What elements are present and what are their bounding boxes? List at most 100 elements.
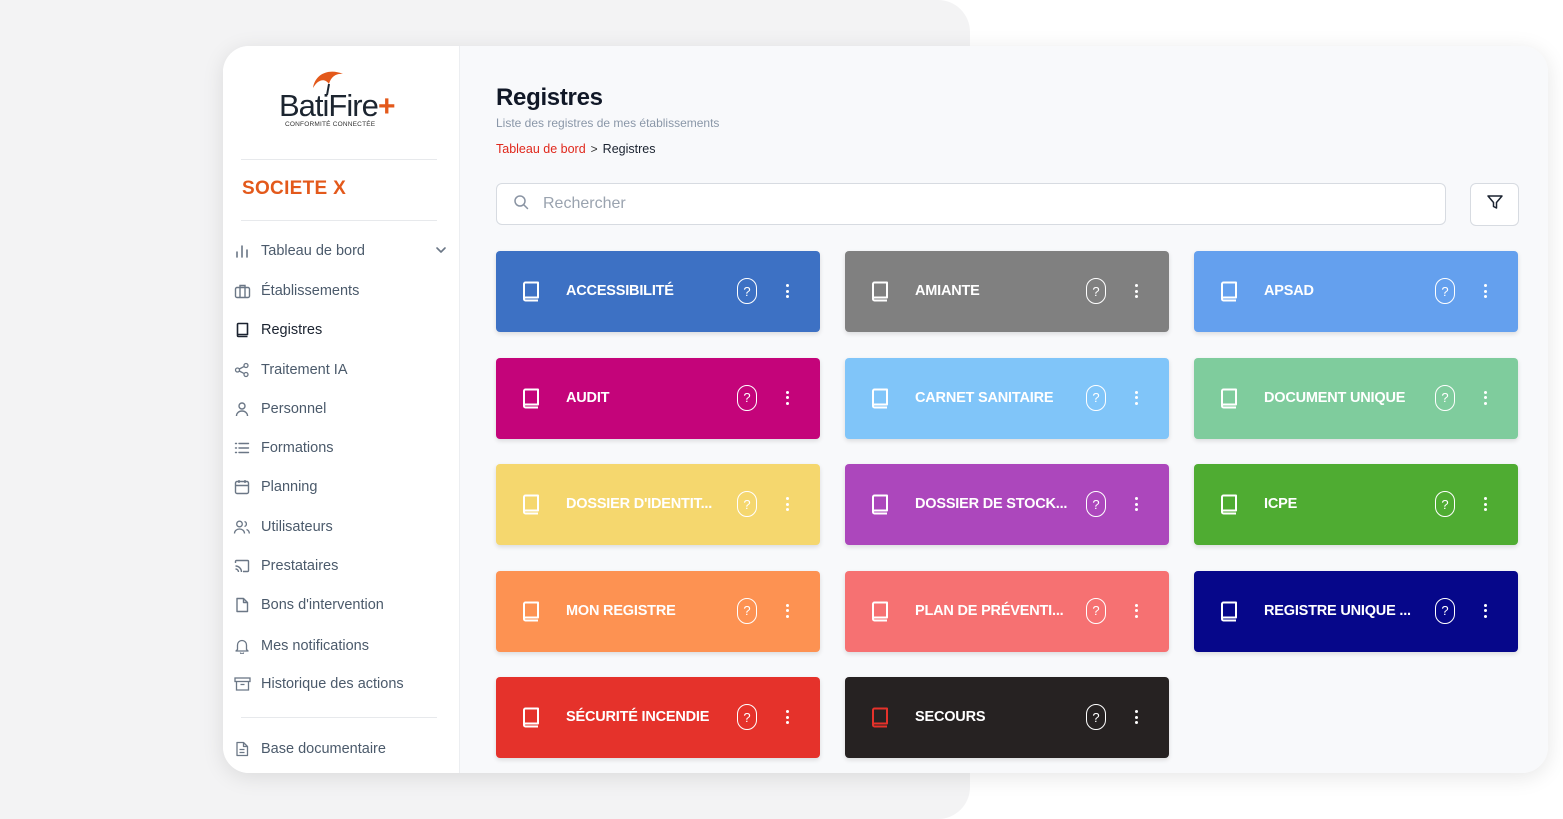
calendar-icon [233,478,251,496]
book-icon [1219,494,1239,521]
register-card[interactable]: AMIANTE? [845,251,1169,332]
search-bar[interactable] [496,183,1446,225]
file-icon [233,596,251,614]
book-icon [521,707,541,734]
search-icon [513,194,529,215]
book-icon [1219,388,1239,415]
sidebar-item-label: Mes notifications [261,638,369,654]
sidebar-item-etablissements[interactable]: Établissements [233,278,448,304]
more-options-icon[interactable] [1133,601,1139,621]
help-icon[interactable]: ? [1086,597,1106,624]
more-options-icon[interactable] [1482,601,1488,621]
sidebar-item-label: Établissements [261,283,360,299]
help-icon[interactable]: ? [737,597,757,624]
sidebar-item-label: Prestataires [261,558,339,574]
sidebar-item-personnel[interactable]: Personnel [233,396,448,422]
chevron-down-icon[interactable] [434,243,448,262]
help-icon[interactable]: ? [1086,278,1106,304]
sidebar-item-label: Personnel [261,401,327,417]
sidebar-item-base-documentaire[interactable]: Base documentaire [233,736,448,762]
more-options-icon[interactable] [1482,388,1488,408]
breadcrumb-separator: > [590,142,598,156]
book-icon [1219,601,1239,628]
filter-icon [1486,193,1504,216]
register-card[interactable]: DOSSIER DE STOCK...? [845,464,1169,545]
sidebar-item-traitement-ia[interactable]: Traitement IA [233,357,448,383]
more-options-icon[interactable] [1482,281,1488,301]
register-card-title: AMIANTE [915,283,980,299]
users-icon [233,518,251,536]
sidebar-item-label: Registres [261,322,323,338]
register-card-title: AUDIT [566,389,610,406]
help-icon[interactable]: ? [1086,384,1106,411]
sidebar-item-utilisateurs[interactable]: Utilisateurs [233,514,448,540]
book-icon [521,601,541,628]
breadcrumb-link-dashboard[interactable]: Tableau de bord [496,142,586,156]
more-options-icon[interactable] [784,707,790,727]
more-options-icon[interactable] [784,281,790,301]
more-options-icon[interactable] [784,601,790,621]
more-options-icon[interactable] [1482,494,1488,514]
register-card[interactable]: APSAD? [1194,251,1518,332]
sidebar-item-prestataires[interactable]: Prestataires [233,553,448,579]
breadcrumb: Tableau de bord > Registres [496,142,655,156]
sidebar-item-bons-intervention[interactable]: Bons d'intervention [233,592,448,618]
help-icon[interactable]: ? [737,384,757,411]
sidebar-item-tableau-de-bord[interactable]: Tableau de bord [233,238,448,264]
company-name: SOCIETE X [242,178,347,199]
help-icon[interactable]: ? [1435,278,1455,304]
register-card-title: MON REGISTRE [566,602,676,619]
brand-logo[interactable]: BatiFire + CONFORMITÉ CONNECTÉE [275,64,405,134]
register-card[interactable]: SECOURS? [845,677,1169,758]
register-card-title: DOSSIER D'IDENTIT... [566,496,713,512]
sidebar: BatiFire + CONFORMITÉ CONNECTÉE SOCIETE … [223,46,460,773]
register-card[interactable]: ACCESSIBILITÉ? [496,251,820,332]
filter-button[interactable] [1470,183,1519,226]
help-icon[interactable]: ? [1435,384,1455,411]
help-icon[interactable]: ? [1086,491,1106,517]
sidebar-item-registres[interactable]: Registres [233,317,448,343]
more-options-icon[interactable] [1133,494,1139,514]
book-icon [870,388,890,415]
sidebar-item-historique[interactable]: Historique des actions [233,671,448,697]
logo-tagline: CONFORMITÉ CONNECTÉE [285,121,376,128]
register-card[interactable]: AUDIT? [496,357,820,439]
more-options-icon[interactable] [784,388,790,408]
help-icon[interactable]: ? [1435,491,1455,517]
divider [241,159,437,160]
register-card-title: SECOURS [915,709,986,725]
register-card[interactable]: DOSSIER D'IDENTIT...? [496,464,820,545]
sidebar-item-label: Bons d'intervention [261,597,384,613]
more-options-icon[interactable] [1133,388,1139,408]
register-card[interactable]: REGISTRE UNIQUE ...? [1194,570,1518,652]
book-icon [870,707,890,734]
help-icon[interactable]: ? [737,704,757,730]
help-icon[interactable]: ? [737,278,757,304]
help-icon[interactable]: ? [1086,704,1106,730]
register-card[interactable]: PLAN DE PRÉVENTI...? [845,570,1169,652]
register-card[interactable]: SÉCURITÉ INCENDIE? [496,677,820,758]
register-card[interactable]: MON REGISTRE? [496,570,820,652]
book-icon [870,281,890,308]
book-icon [521,281,541,308]
bell-icon [233,637,251,655]
divider [241,220,437,221]
breadcrumb-current: Registres [602,142,656,156]
help-icon[interactable]: ? [1435,597,1455,624]
more-options-icon[interactable] [784,494,790,514]
sidebar-item-notifications[interactable]: Mes notifications [233,633,448,659]
book-icon [233,321,251,339]
help-icon[interactable]: ? [737,491,757,517]
sidebar-item-label: Tableau de bord [261,243,365,259]
more-options-icon[interactable] [1133,707,1139,727]
register-card[interactable]: CARNET SANITAIRE? [845,357,1169,439]
sidebar-item-formations[interactable]: Formations [233,435,448,461]
more-options-icon[interactable] [1133,281,1139,301]
sidebar-item-planning[interactable]: Planning [233,474,448,500]
logo-plus-icon: + [378,90,396,123]
search-input[interactable] [543,195,1403,213]
sidebar-item-label: Planning [261,479,318,495]
logo-text: BatiFire [279,88,379,123]
register-card[interactable]: DOCUMENT UNIQUE? [1194,357,1518,439]
register-card[interactable]: ICPE? [1194,464,1518,545]
